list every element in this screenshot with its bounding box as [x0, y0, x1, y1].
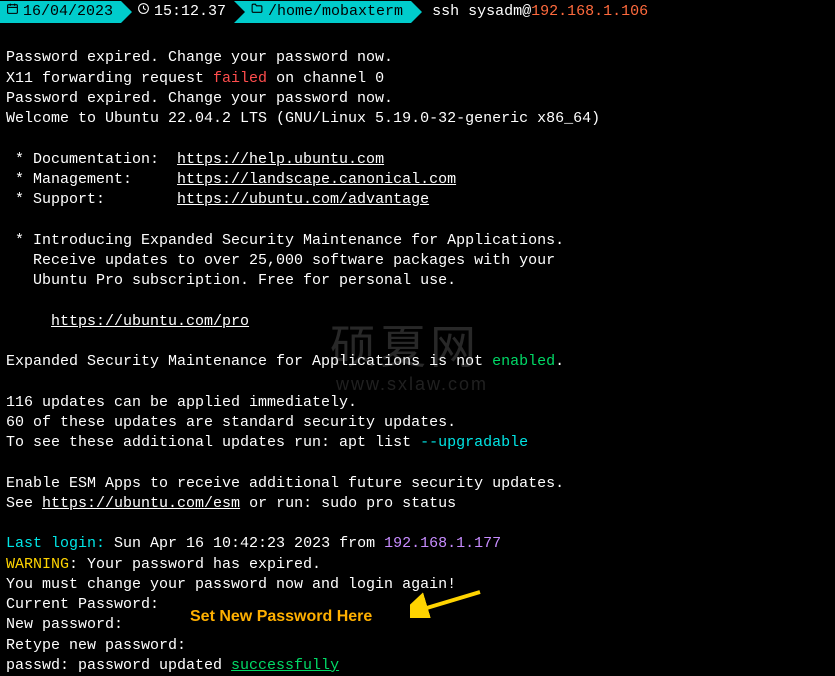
doc-link[interactable]: https://help.ubuntu.com	[177, 151, 384, 168]
line: 60 of these updates are standard securit…	[6, 414, 456, 431]
line: See	[6, 495, 42, 512]
line: X11 forwarding request	[6, 70, 213, 87]
line: To see these additional updates run: apt…	[6, 434, 420, 451]
line: Enable ESM Apps to receive additional fu…	[6, 475, 564, 492]
status-date-seg: 16/04/2023	[0, 1, 121, 23]
pro-link[interactable]: https://ubuntu.com/pro	[51, 313, 249, 330]
line: Password expired. Change your password n…	[6, 49, 393, 66]
current-password-prompt: Current Password:	[6, 596, 159, 613]
calendar-icon	[6, 2, 19, 22]
line: * Introducing Expanded Security Maintena…	[6, 232, 564, 249]
command-line[interactable]: ssh sysadm@192.168.1.106	[422, 2, 648, 22]
esm-link[interactable]: https://ubuntu.com/esm	[42, 495, 240, 512]
warning-label: WARNING	[6, 556, 69, 573]
pad	[6, 313, 51, 330]
last-login-label: Last login:	[6, 535, 105, 552]
last-login-rest: Sun Apr 16 10:42:23 2023 from	[105, 535, 384, 552]
passwd-result: passwd: password updated	[6, 657, 231, 674]
annotation-label: Set New Password Here	[190, 606, 372, 628]
line: .	[555, 353, 564, 370]
line: or run: sudo pro status	[240, 495, 456, 512]
mgmt-label: * Management:	[6, 171, 177, 188]
retype-password-prompt: Retype new password:	[6, 637, 186, 654]
warning-rest: : Your password has expired.	[69, 556, 321, 573]
enabled-text: enabled	[492, 353, 555, 370]
status-date: 16/04/2023	[23, 2, 113, 22]
support-label: * Support:	[6, 191, 177, 208]
failed-text: failed	[213, 70, 267, 87]
line: on channel 0	[267, 70, 384, 87]
last-login-ip: 192.168.1.177	[384, 535, 501, 552]
status-cwd-seg: /home/mobaxterm	[234, 1, 411, 23]
chevron-right-icon	[411, 1, 422, 23]
line: Password expired. Change your password n…	[6, 90, 393, 107]
ssh-cmd-ip: 192.168.1.106	[531, 3, 648, 20]
line: Receive updates to over 25,000 software …	[6, 252, 555, 269]
line: You must change your password now and lo…	[6, 576, 456, 593]
chevron-right-icon	[121, 1, 132, 23]
chevron-right-icon	[234, 1, 245, 23]
mgmt-link[interactable]: https://landscape.canonical.com	[177, 171, 456, 188]
ssh-cmd-prefix: ssh sysadm@	[432, 3, 531, 20]
status-time-seg: 15:12.37	[121, 1, 234, 23]
doc-label: * Documentation:	[6, 151, 177, 168]
line: Ubuntu Pro subscription. Free for person…	[6, 272, 456, 289]
new-password-prompt: New password:	[6, 616, 123, 633]
line: Welcome to Ubuntu 22.04.2 LTS (GNU/Linux…	[6, 110, 600, 127]
terminal-output[interactable]: Password expired. Change your password n…	[0, 24, 835, 676]
status-cwd: /home/mobaxterm	[268, 2, 403, 22]
line: Expanded Security Maintenance for Applic…	[6, 353, 492, 370]
clock-icon	[137, 2, 150, 22]
successfully-text: successfully	[231, 657, 339, 674]
folder-icon	[250, 2, 264, 22]
line: 116 updates can be applied immediately.	[6, 394, 357, 411]
status-bar: 16/04/2023 15:12.37 /home/mobaxterm ssh …	[0, 0, 835, 24]
status-time: 15:12.37	[154, 2, 226, 22]
support-link[interactable]: https://ubuntu.com/advantage	[177, 191, 429, 208]
upgradable-flag: --upgradable	[420, 434, 528, 451]
